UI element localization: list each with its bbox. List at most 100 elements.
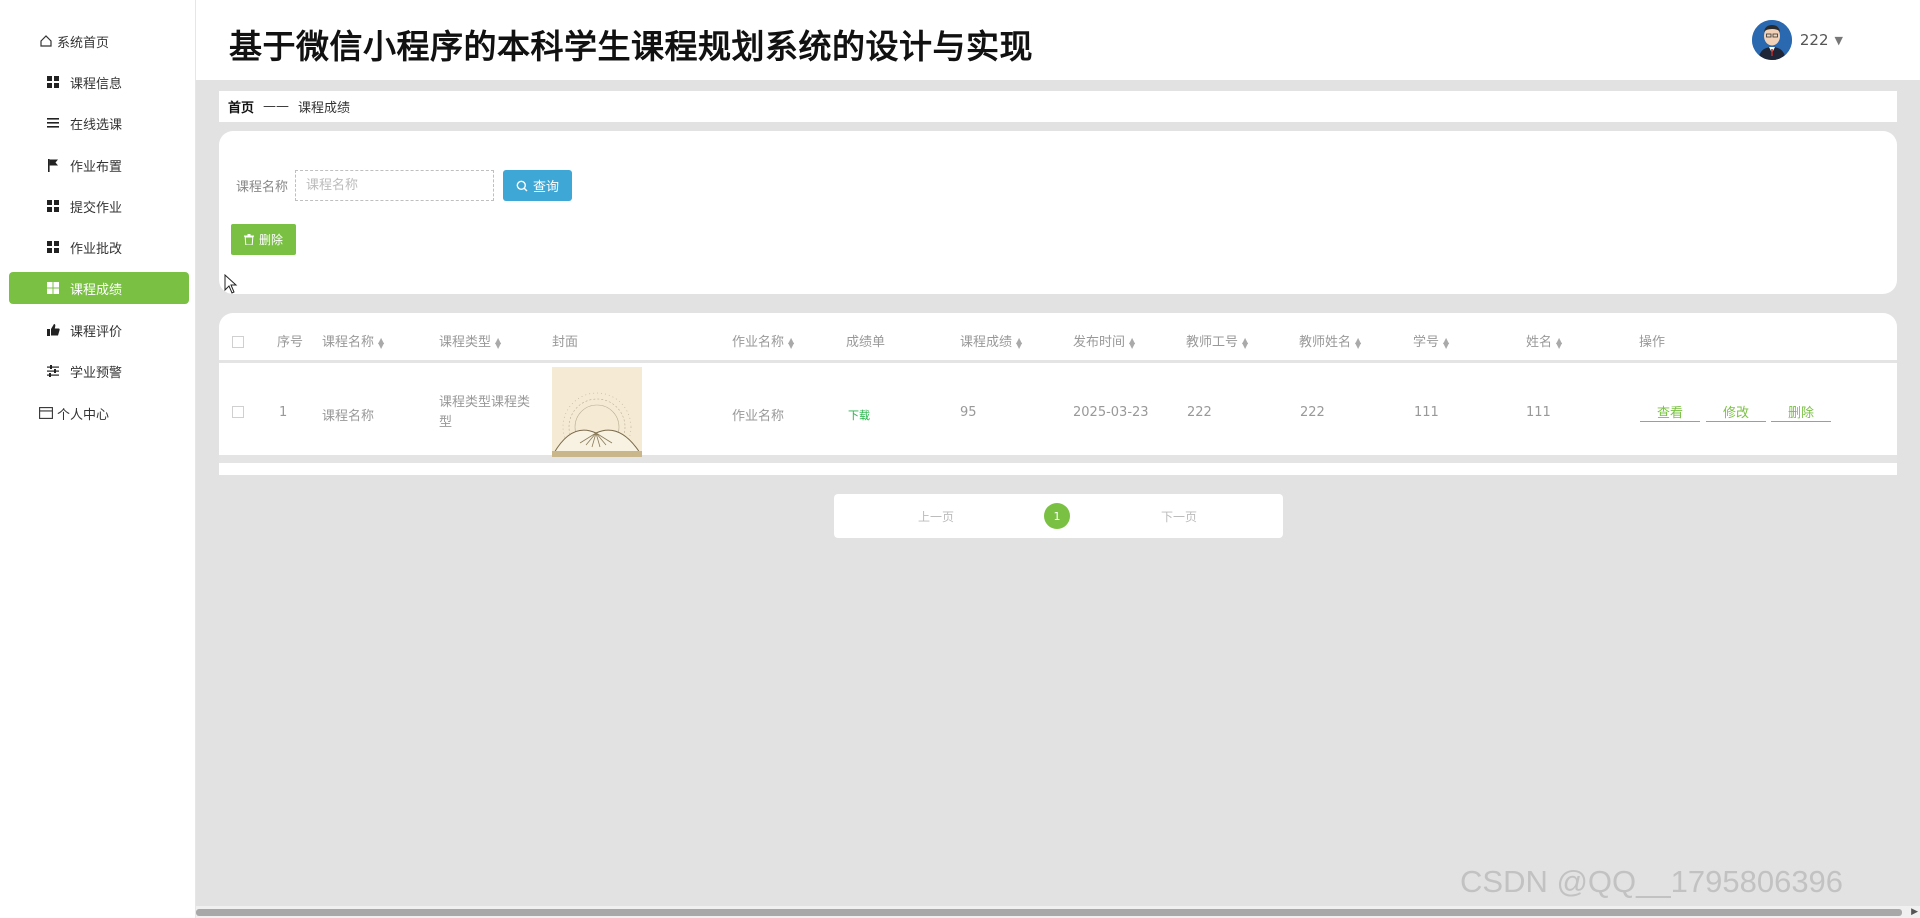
select-all-checkbox[interactable] (232, 336, 244, 348)
prev-page-button[interactable]: 上一页 (918, 508, 954, 525)
sort-icon[interactable]: ▲ ▼ (378, 336, 384, 349)
row-checkbox[interactable] (232, 406, 244, 418)
column-header-cover: 封面 (552, 335, 579, 350)
header: 基于微信小程序的本科学生课程规划系统的设计与实现 222 ▼ (196, 0, 1920, 80)
watermark: CSDN @QQ__1795806396 (1460, 864, 1844, 899)
grid-icon (46, 75, 60, 89)
column-header-label: 学号 (1413, 335, 1440, 350)
sort-icon[interactable]: ▲ ▼ (1129, 336, 1135, 349)
sidebar-item-label: 课程评价 (70, 324, 123, 340)
sidebar-item-course-info[interactable]: 课程信息 (9, 66, 189, 98)
download-report-link[interactable]: 下载 (848, 407, 870, 423)
card-icon (39, 406, 53, 420)
column-header-label: 作业名称 (732, 335, 785, 350)
cell-course-type: 课程类型课程类型 (439, 395, 531, 430)
batch-delete-button[interactable]: 删除 (231, 224, 296, 255)
scroll-right-icon[interactable]: ▶ (1911, 907, 1918, 917)
column-header-teacher-id[interactable]: 教师工号 ▲ ▼ (1186, 331, 1248, 350)
column-header-report: 成绩单 (846, 335, 886, 350)
search-icon (516, 180, 528, 192)
sort-icon[interactable]: ▲ ▼ (1242, 336, 1248, 349)
sidebar-item-label: 提交作业 (70, 200, 123, 216)
view-button[interactable]: 查看 (1640, 402, 1700, 422)
cell-index: 1 (279, 405, 288, 420)
next-page-button[interactable]: 下一页 (1161, 508, 1197, 525)
search-panel: 课程名称 查询 删除 (219, 131, 1897, 294)
page-number-button[interactable]: 1 (1044, 503, 1070, 529)
sidebar-item-label: 课程成绩 (70, 282, 123, 298)
column-header-student-id[interactable]: 学号 ▲ ▼ (1413, 331, 1449, 350)
sort-icon[interactable]: ▲ ▼ (1443, 336, 1449, 349)
search-label: 课程名称 (236, 180, 289, 195)
column-header-course-type[interactable]: 课程类型 ▲ ▼ (439, 331, 501, 350)
sort-icon[interactable]: ▲ ▼ (1016, 336, 1022, 349)
sidebar-item-personal-center[interactable]: 个人中心 (9, 397, 189, 429)
sidebar-item-label: 作业批改 (70, 241, 123, 257)
avatar[interactable] (1751, 20, 1792, 60)
column-header-label: 课程类型 (439, 335, 492, 350)
sidebar-item-home[interactable]: 系统首页 (9, 25, 189, 57)
cell-student-id: 111 (1414, 405, 1439, 420)
cell-publish-time: 2025-03-23 (1073, 405, 1149, 420)
query-button[interactable]: 查询 (503, 170, 572, 201)
breadcrumb-home[interactable]: 首页 (228, 97, 254, 116)
cell-student-name: 111 (1526, 405, 1551, 420)
cell-teacher-id: 222 (1187, 405, 1212, 420)
cell-course-name: 课程名称 (322, 409, 375, 424)
home-icon (39, 34, 53, 48)
edit-button[interactable]: 修改 (1706, 402, 1766, 422)
trash-icon (243, 234, 254, 245)
column-header-label: 发布时间 (1073, 335, 1126, 350)
column-header-label: 教师工号 (1186, 335, 1239, 350)
sort-icon[interactable]: ▲ ▼ (788, 336, 794, 349)
column-header-label: 课程成绩 (960, 335, 1013, 350)
sidebar-item-label: 个人中心 (57, 407, 110, 423)
column-header-label: 课程名称 (322, 335, 375, 350)
column-header-teacher-name[interactable]: 教师姓名 ▲ ▼ (1299, 331, 1361, 350)
column-header-index: 序号 (277, 335, 304, 350)
horizontal-scrollbar[interactable]: ▶ (196, 906, 1920, 918)
sidebar-item-label: 在线选课 (70, 117, 123, 133)
thumb-icon (46, 323, 60, 337)
cell-homework-name: 作业名称 (732, 409, 785, 424)
sidebar-item-homework-assign[interactable]: 作业布置 (9, 149, 189, 181)
sidebar-item-academic-warning[interactable]: 学业预警 (9, 355, 189, 387)
column-header-label: 姓名 (1526, 335, 1553, 350)
scrollbar-thumb[interactable] (196, 909, 1902, 916)
query-button-label: 查询 (532, 180, 559, 195)
sidebar-item-label: 系统首页 (57, 35, 110, 51)
column-header-label: 教师姓名 (1299, 335, 1352, 350)
grid-icon (46, 240, 60, 254)
breadcrumb-separator: —— (263, 99, 290, 114)
sidebar-item-label: 作业布置 (70, 159, 123, 175)
breadcrumb: 首页 —— 课程成绩 (219, 91, 1897, 122)
cover-image[interactable] (552, 367, 642, 457)
table-row: 1 课程名称 课程类型课程类型 作业名称 下载 95 2025-03-23 22… (219, 365, 1897, 463)
column-header-score[interactable]: 课程成绩 ▲ ▼ (960, 331, 1022, 350)
delete-button-label: 删除 (258, 233, 283, 247)
grid-icon (46, 281, 60, 295)
sidebar-item-online-select[interactable]: 在线选课 (9, 107, 189, 139)
column-header-actions: 操作 (1639, 335, 1666, 350)
cell-score: 95 (960, 405, 977, 420)
user-menu[interactable]: 222 ▼ (1751, 20, 1843, 60)
sidebar-item-course-grades[interactable]: 课程成绩 (9, 272, 189, 304)
column-header-student-name[interactable]: 姓名 ▲ ▼ (1526, 331, 1562, 350)
sidebar: 系统首页 课程信息 在线选课 作业布置 提交作业 作业批改 课程成绩 课程评价 … (0, 0, 196, 918)
sort-icon[interactable]: ▲ ▼ (1355, 336, 1361, 349)
username: 222 (1799, 31, 1829, 49)
column-header-course-name[interactable]: 课程名称 ▲ ▼ (322, 331, 384, 350)
chevron-down-icon[interactable]: ▼ (1835, 34, 1843, 47)
delete-row-button[interactable]: 删除 (1771, 402, 1831, 422)
sidebar-item-label: 学业预警 (70, 365, 123, 381)
course-name-search-input[interactable] (295, 170, 494, 201)
sidebar-item-homework-grading[interactable]: 作业批改 (9, 231, 189, 263)
sort-icon[interactable]: ▲ ▼ (1556, 336, 1562, 349)
column-header-homework-name[interactable]: 作业名称 ▲ ▼ (732, 331, 794, 350)
sidebar-item-submit-homework[interactable]: 提交作业 (9, 190, 189, 222)
page-title: 基于微信小程序的本科学生课程规划系统的设计与实现 (229, 27, 1033, 66)
column-header-publish-time[interactable]: 发布时间 ▲ ▼ (1073, 331, 1135, 350)
sort-icon[interactable]: ▲ ▼ (495, 336, 501, 349)
sidebar-item-course-evaluation[interactable]: 课程评价 (9, 314, 189, 346)
grid-icon (46, 199, 60, 213)
